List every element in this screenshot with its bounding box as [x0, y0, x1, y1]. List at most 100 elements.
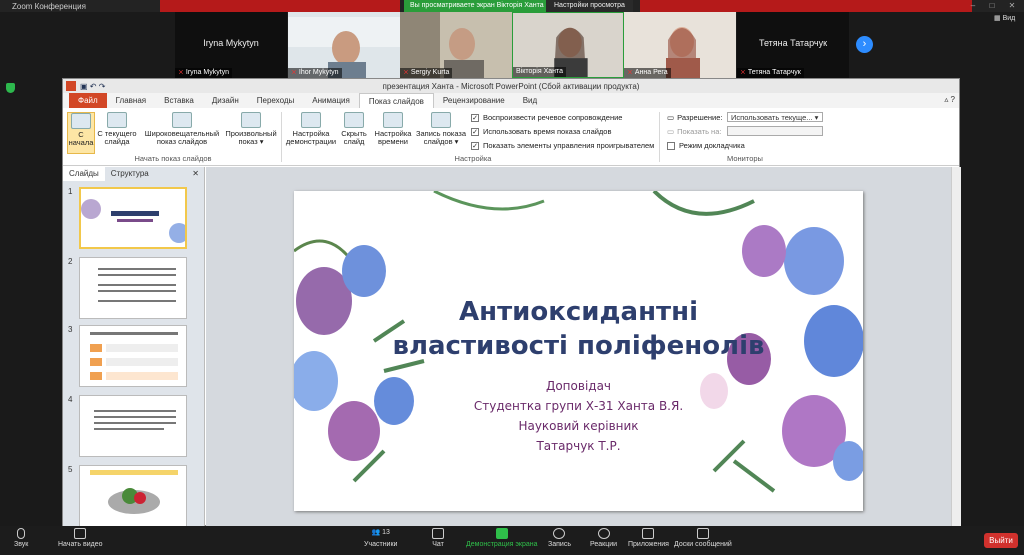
broadcast-button[interactable]: Широковещательный показ слайдов — [143, 112, 221, 146]
apps-button[interactable]: Приложения — [628, 528, 669, 548]
checkbox-media-controls[interactable]: ✓ Показать элементы управления проигрыват… — [471, 141, 654, 150]
checkbox-timings[interactable]: ✓ Использовать время показа слайдов — [471, 127, 611, 136]
ppt-titlebar: ▣ ↶ ↷ презентация Ханта - Microsoft Powe… — [63, 79, 959, 93]
participants-icon: 👥 13 — [371, 529, 390, 536]
ribbon-tabs: Файл Главная Вставка Дизайн Переходы Ани… — [63, 93, 959, 108]
custom-show-button[interactable]: Произвольный показ ▾ — [223, 112, 279, 146]
from-start-button[interactable]: С начала — [67, 112, 95, 154]
next-page-icon[interactable]: › — [856, 36, 873, 53]
resolution-label: ▭ Разрешение: — [667, 113, 723, 122]
mic-muted-icon: ⨯ — [178, 69, 184, 76]
tab-view[interactable]: Вид — [514, 93, 546, 108]
setup-show-button[interactable]: Настройка демонстрации — [283, 112, 339, 146]
tab-slideshow[interactable]: Показ слайдов — [358, 93, 434, 108]
ribbon: С начала С текущего слайда Широковещател… — [63, 95, 959, 166]
leave-button[interactable]: Выйти — [984, 533, 1018, 548]
participant-name: Тетяна Татарчук — [758, 38, 828, 48]
chat-icon — [432, 528, 444, 539]
tab-insert[interactable]: Вставка — [155, 93, 203, 108]
window-title: Zoom Конференция — [12, 1, 86, 11]
group-label: Мониторы — [727, 154, 763, 163]
share-banner: Вы просматриваете экран Вікторія Ханта — [404, 0, 550, 12]
pane-tabs: Слайды Структура ✕ — [63, 167, 205, 181]
custom-show-icon — [241, 112, 261, 128]
tab-transitions[interactable]: Переходы — [248, 93, 304, 108]
slide-subtitle: Доповідач — [545, 379, 612, 393]
participant-label: ⨯ Ihor Mykytyn — [288, 68, 342, 78]
resolution-select[interactable]: Использовать текуще... ▾ — [727, 112, 823, 122]
record-button[interactable]: Запись — [548, 528, 571, 548]
checkbox-narration[interactable]: ✓ Воспроизвести речевое сопровождение — [471, 113, 622, 122]
whiteboard-button[interactable]: Доски сообщений — [674, 528, 732, 548]
slide-thumbnail[interactable] — [79, 187, 187, 249]
rehearse-button[interactable]: Настройка времени — [373, 112, 413, 146]
slide-subtitle: Науковий керівник — [518, 419, 639, 433]
participant-tile[interactable]: Вікторія Ханта — [512, 12, 624, 78]
chat-button[interactable]: Чат — [432, 528, 444, 548]
minimize-icon[interactable]: – — [966, 0, 980, 12]
close-icon[interactable]: ✕ — [1005, 0, 1019, 12]
participant-label: ⨯ Анна Рега — [624, 68, 671, 78]
record-icon — [431, 112, 451, 128]
slide-thumbnail[interactable] — [79, 325, 187, 387]
tab-review[interactable]: Рецензирование — [434, 93, 514, 108]
from-current-button[interactable]: С текущего слайда — [97, 112, 137, 146]
audio-button[interactable]: Звук — [14, 528, 28, 548]
record-icon — [553, 528, 566, 539]
hide-slide-icon — [344, 112, 364, 128]
current-slide[interactable]: Антиоксидантні властивості поліфенолів Д… — [294, 191, 863, 511]
slideshow-current-icon — [107, 112, 127, 128]
apps-icon — [642, 528, 655, 539]
whiteboard-icon — [696, 528, 709, 539]
participant-tile[interactable]: ⨯ Анна Рега — [624, 12, 736, 78]
tab-design[interactable]: Дизайн — [203, 93, 248, 108]
participant-tile[interactable]: ⨯ Ihor Mykytyn — [288, 12, 400, 78]
participant-tile[interactable]: Iryna Mykytyn ⨯ Iryna Mykytyn — [175, 12, 287, 78]
shield-icon[interactable] — [6, 83, 15, 93]
participant-tile[interactable]: ⨯ Sergiy Kurta — [400, 12, 512, 78]
mic-muted-icon: ⨯ — [740, 69, 746, 76]
maximize-icon[interactable]: □ — [985, 0, 999, 12]
participants-button[interactable]: 👥 13 Участники — [364, 528, 397, 548]
slide-thumbnail[interactable] — [79, 395, 187, 457]
monitor-icon: ▭ — [667, 113, 675, 122]
camera-icon — [74, 528, 87, 539]
tab-file[interactable]: Файл — [69, 93, 107, 108]
slide-number: 3 — [68, 325, 73, 334]
participant-label: ⨯ Sergiy Kurta — [400, 68, 453, 78]
tab-home[interactable]: Главная — [107, 93, 155, 108]
slide-title: Антиоксидантні властивості поліфенолів — [392, 297, 765, 361]
share-screen-icon — [495, 528, 508, 539]
share-screen-button[interactable]: Демонстрация экрана — [466, 528, 538, 548]
setup-icon — [301, 112, 321, 128]
participant-tile[interactable]: Тетяна Татарчук ⨯ Тетяна Татарчук — [737, 12, 849, 78]
checkbox-presenter-view[interactable]: Режим докладчика — [667, 141, 745, 150]
ppt-title: презентация Ханта - Microsoft PowerPoint… — [382, 81, 640, 91]
reactions-button[interactable]: Реакции — [590, 528, 617, 548]
show-on-label: ▭ Показать на: — [667, 127, 722, 136]
slide-thumbnail[interactable] — [79, 257, 187, 319]
show-on-select[interactable] — [727, 126, 823, 136]
record-show-button[interactable]: Запись показа слайдов ▾ — [415, 112, 467, 146]
ribbon-collapse-icon[interactable]: ▵ ? — [944, 95, 955, 104]
microphone-icon — [17, 528, 26, 539]
view-button[interactable]: ▦ Вид — [994, 14, 1015, 22]
tab-slides[interactable]: Слайды — [63, 167, 105, 181]
tab-outline[interactable]: Структура — [105, 167, 155, 181]
red-banner-left — [160, 0, 400, 12]
close-pane-icon[interactable]: ✕ — [186, 167, 205, 181]
hide-slide-button[interactable]: Скрыть слайд — [341, 112, 367, 146]
slide-thumbnail[interactable] — [79, 465, 187, 527]
timer-icon — [383, 112, 403, 128]
tab-animation[interactable]: Анимация — [303, 93, 359, 108]
broadcast-icon — [172, 112, 192, 128]
slide-number: 2 — [68, 257, 73, 266]
vertical-scrollbar[interactable] — [951, 167, 961, 527]
red-banner-right — [640, 0, 972, 12]
view-options-button[interactable]: Настройки просмотра — [546, 0, 633, 12]
group-label: Настройка — [454, 154, 492, 163]
participant-label: Вікторія Ханта — [513, 67, 567, 77]
mic-muted-icon: ⨯ — [403, 69, 409, 76]
slide-subtitle: Студентка групи Х-31 Ханта В.Я. — [473, 399, 684, 413]
video-button[interactable]: Начать видео — [58, 528, 102, 548]
